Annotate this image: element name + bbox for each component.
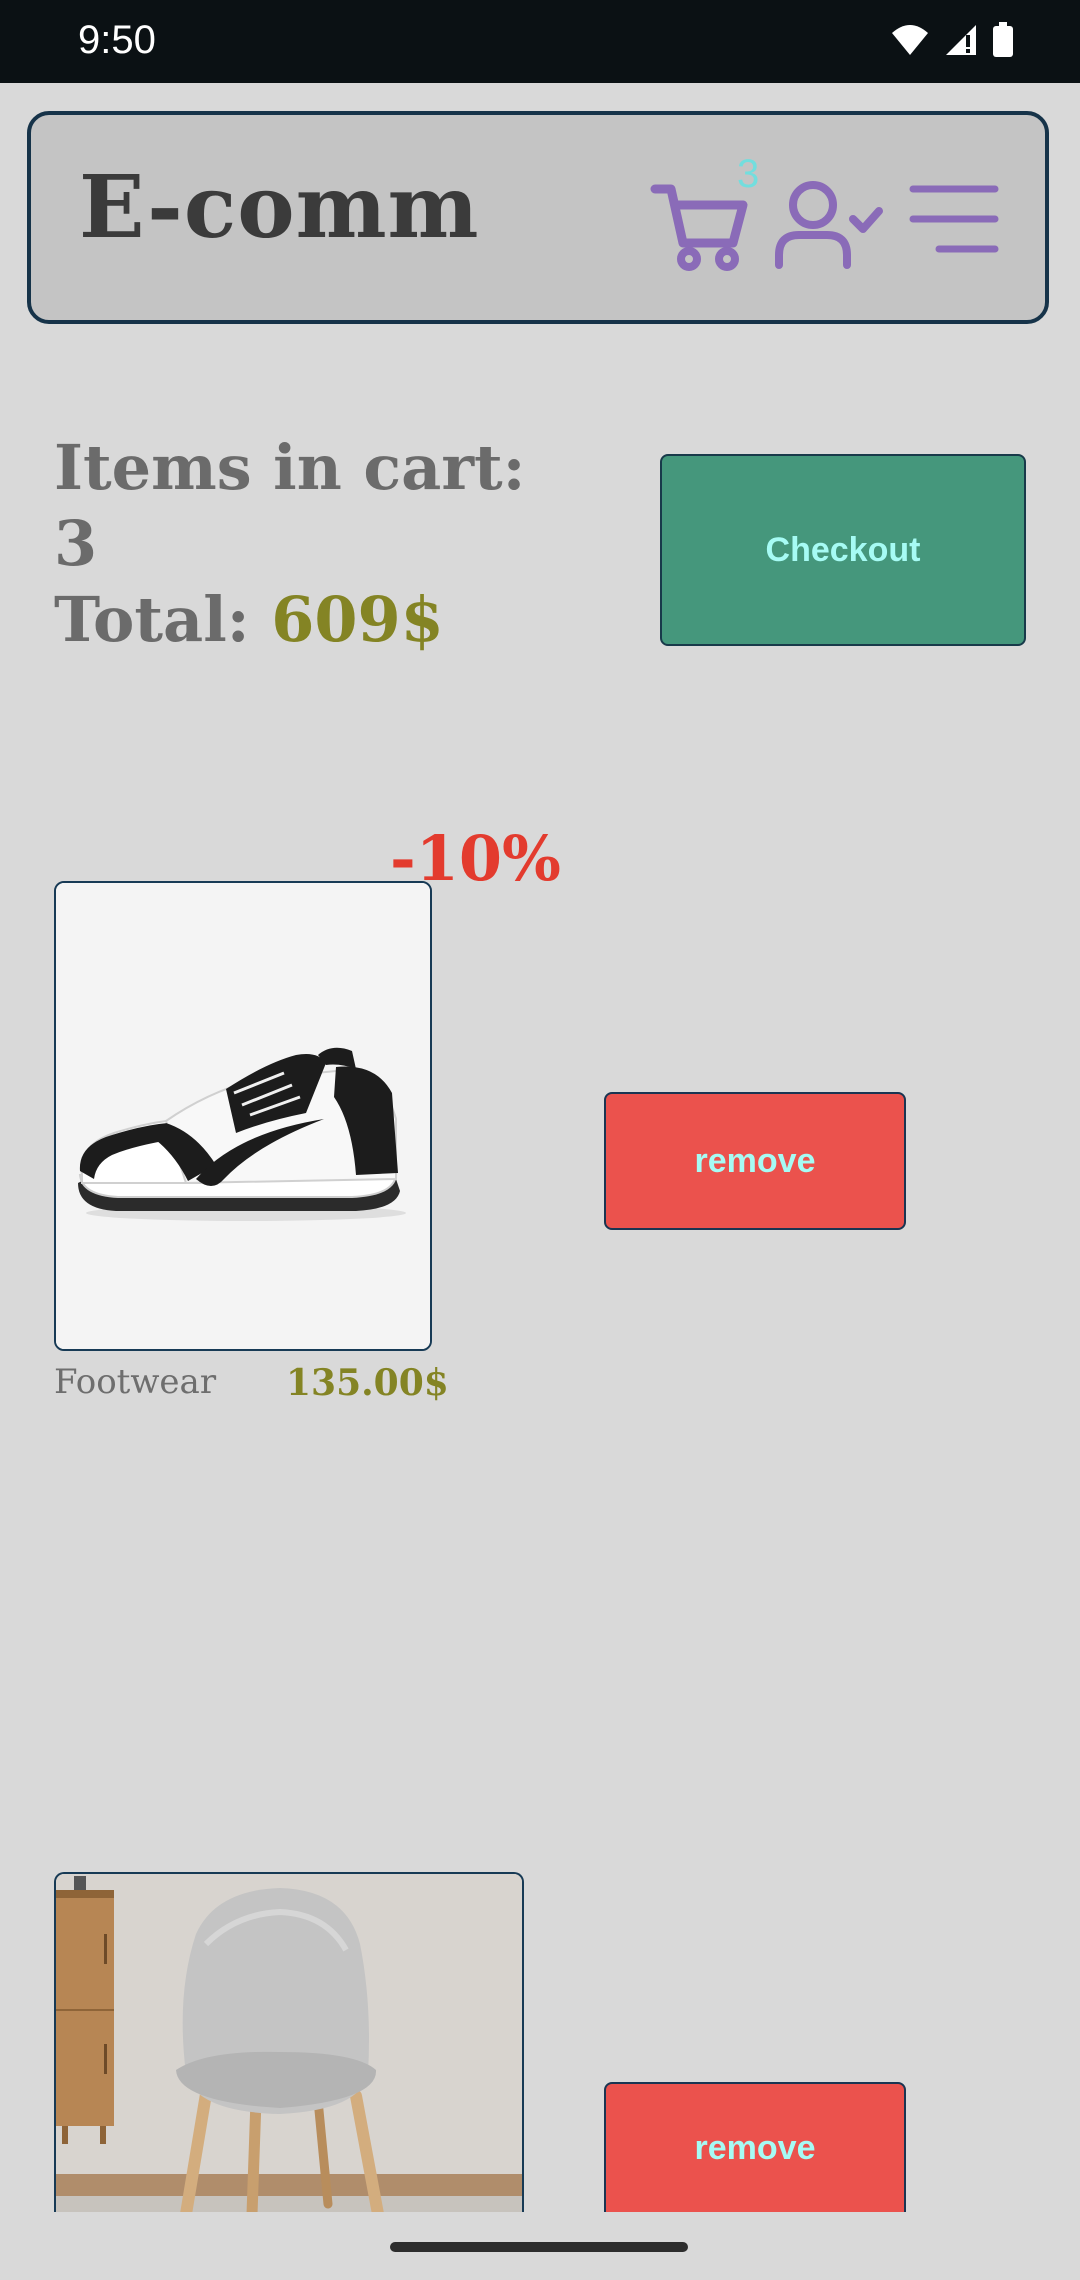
checkout-button[interactable]: Checkout [660,454,1026,646]
total-value: 609$ [271,583,444,656]
product-category: Footwear [54,1362,217,1402]
cart-icon[interactable] [649,175,749,275]
cart-count-badge: 3 [737,152,760,196]
cart-summary: Items in cart: 3 Total: 609$ [54,430,526,658]
chair-image [56,1874,522,2212]
product-price: 135.00$ [286,1362,449,1404]
app-header: E-comm 3 [27,111,1049,324]
product-image-sneaker[interactable] [54,881,432,1351]
items-in-cart-label: Items in cart: [54,431,526,504]
items-in-cart-count: 3 [54,507,98,580]
status-bar: 9:50 [0,0,1080,83]
sneaker-image [56,883,430,1349]
signal-icon [946,25,976,55]
status-time: 9:50 [78,18,156,62]
home-indicator[interactable] [390,2242,688,2252]
wifi-icon [892,25,928,55]
remove-button[interactable]: remove [604,2082,906,2212]
battery-icon [993,22,1013,57]
total-label: Total: [54,583,250,656]
cart-total: Total: 609$ [54,582,526,658]
status-icons [890,22,1014,58]
remove-button[interactable]: remove [604,1092,906,1230]
product-image-chair[interactable] [54,1872,524,2212]
user-check-icon[interactable] [773,175,883,275]
menu-icon[interactable] [909,181,999,257]
app-title: E-comm [79,157,480,258]
